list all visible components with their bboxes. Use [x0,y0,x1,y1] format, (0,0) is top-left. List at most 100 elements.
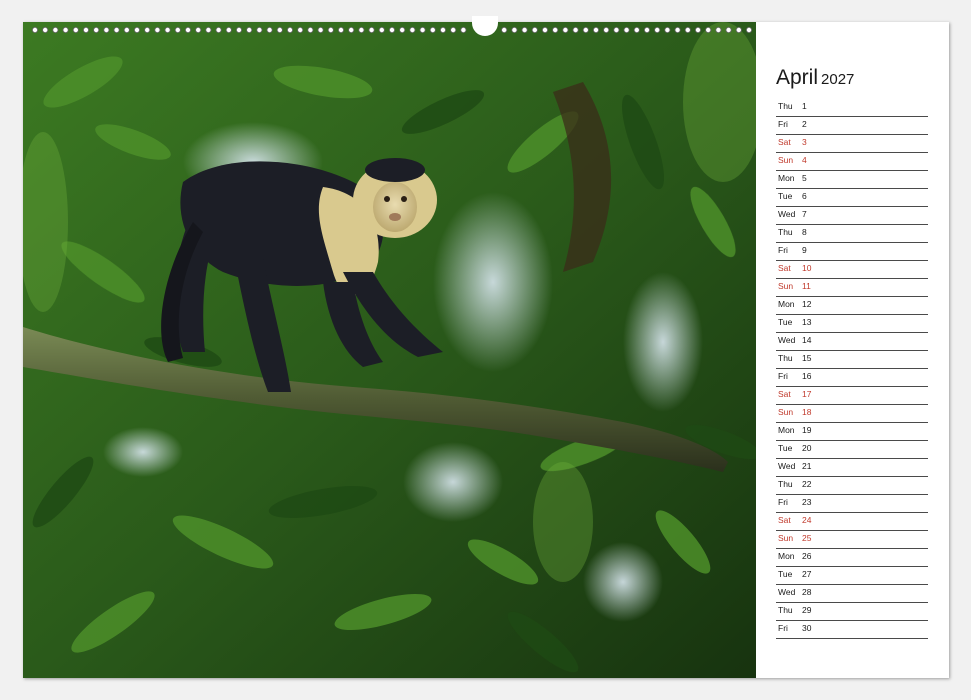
date-panel: April 2027 Thu 1 Fri 2 Sat 3 Sun 4 Mon 5 Tue 6 Wed 7 Th… [756,22,949,678]
day-row: Thu 22 [776,477,928,495]
day-of-week: Tue [778,443,793,453]
jungle-scene [23,22,756,678]
day-row: Fri 9 [776,243,928,261]
day-of-week: Sat [778,137,791,147]
binding-ring [184,27,191,33]
binding-ring [246,27,253,33]
day-of-week: Mon [778,551,795,561]
day-number: 6 [802,191,807,201]
binding-ring [623,27,630,33]
binding-ring [297,27,304,33]
day-number: 24 [802,515,812,525]
day-of-week: Fri [778,497,788,507]
day-number: 17 [802,389,812,399]
day-of-week: Fri [778,371,788,381]
binding-ring [664,27,671,33]
day-row: Wed 7 [776,207,928,225]
binding-ring [62,27,69,33]
binding-ring [225,27,232,33]
binding-ring [337,27,344,33]
day-row: Sun 4 [776,153,928,171]
binding-ring [103,27,110,33]
binding-ring [501,27,508,33]
day-of-week: Tue [778,317,793,327]
binding-ring [521,27,528,33]
day-of-week: Mon [778,299,795,309]
day-list: Thu 1 Fri 2 Sat 3 Sun 4 Mon 5 Tue 6 Wed 7 Thu 8 Fri 9 Sat 1… [776,99,928,639]
day-of-week: Wed [778,587,796,597]
binding-ring [552,27,559,33]
binding-ring [409,27,416,33]
binding-ring [695,27,702,33]
binding-ring [603,27,610,33]
day-row: Fri 16 [776,369,928,387]
day-row: Sun 11 [776,279,928,297]
day-of-week: Wed [778,335,796,345]
day-number: 13 [802,317,812,327]
day-row: Mon 19 [776,423,928,441]
binding-ring [276,27,283,33]
calendar-sheet: April 2027 Thu 1 Fri 2 Sat 3 Sun 4 Mon 5 Tue 6 Wed 7 Th… [23,16,949,678]
binding-ring [388,27,395,33]
day-row: Thu 8 [776,225,928,243]
day-row: Thu 29 [776,603,928,621]
day-of-week: Tue [778,191,793,201]
day-number: 5 [802,173,807,183]
day-number: 9 [802,245,807,255]
binding-ring [164,27,171,33]
day-number: 4 [802,155,807,165]
day-of-week: Mon [778,173,795,183]
binding-ring [123,27,130,33]
binding-ring [205,27,212,33]
day-row: Thu 15 [776,351,928,369]
day-number: 12 [802,299,812,309]
day-of-week: Mon [778,425,795,435]
day-row: Sat 3 [776,135,928,153]
day-of-week: Thu [778,353,793,363]
binding-ring [134,27,141,33]
binding-ring [348,27,355,33]
day-number: 14 [802,335,812,345]
day-of-week: Thu [778,479,793,489]
calendar-page: April 2027 Thu 1 Fri 2 Sat 3 Sun 4 Mon 5 Tue 6 Wed 7 Th… [0,0,971,700]
binding-ring [746,27,753,33]
day-of-week: Sat [778,515,791,525]
binding-ring [725,27,732,33]
day-number: 7 [802,209,807,219]
day-number: 16 [802,371,812,381]
binding-ring [174,27,181,33]
binding-ring [531,27,538,33]
binding-ring [327,27,334,33]
binding-ring [52,27,59,33]
day-of-week: Sat [778,389,791,399]
day-number: 2 [802,119,807,129]
binding-ring [307,27,314,33]
day-row: Tue 27 [776,567,928,585]
day-of-week: Tue [778,569,793,579]
binding-ring [511,27,518,33]
day-row: Sat 10 [776,261,928,279]
day-number: 11 [802,281,811,291]
day-row: Thu 1 [776,99,928,117]
day-of-week: Wed [778,209,796,219]
binding-ring [358,27,365,33]
day-row: Tue 6 [776,189,928,207]
day-of-week: Sun [778,281,794,291]
day-of-week: Sun [778,407,794,417]
binding-ring [705,27,712,33]
day-row: Sun 25 [776,531,928,549]
binding-ring [542,27,549,33]
binding-ring [195,27,202,33]
binding-ring [93,27,100,33]
binding-ring [419,27,426,33]
binding-ring [450,27,457,33]
day-row: Mon 26 [776,549,928,567]
binding-ring [31,27,38,33]
day-of-week: Fri [778,245,788,255]
day-number: 18 [802,407,812,417]
day-row: Wed 14 [776,333,928,351]
binding-ring [735,27,742,33]
day-number: 3 [802,137,807,147]
binding-ring [83,27,90,33]
binding-ring [674,27,681,33]
